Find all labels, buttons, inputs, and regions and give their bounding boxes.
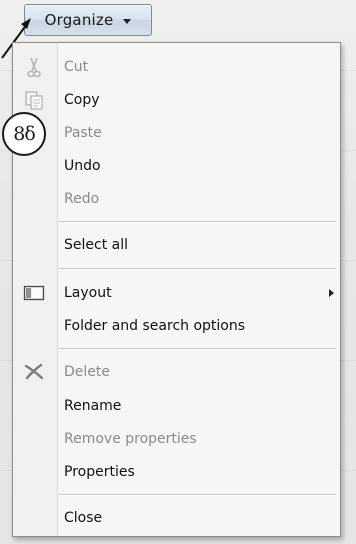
organize-button[interactable]: Organize [24,4,152,36]
menu-item-select-all[interactable]: Select all [13,230,340,260]
menu-item-label: Folder and search options [64,318,246,334]
menu-item-cut[interactable]: Cut [13,52,340,82]
copy-icon [21,88,47,112]
menu-separator [59,268,336,270]
menu-item-label: Undo [64,158,101,174]
organize-menu: Cut Copy Paste Undo Redo Select all Layo… [12,42,341,537]
scissors-icon [21,55,47,79]
organize-label: Organize [44,11,114,29]
menu-item-close[interactable]: Close [13,503,340,533]
menu-item-copy[interactable]: Copy [13,85,340,115]
menu-item-paste[interactable]: Paste [13,118,340,148]
chevron-down-icon [123,18,132,24]
menu-item-undo[interactable]: Undo [13,151,340,181]
menu-item-label: Redo [64,191,100,207]
annotation-callout: 8δ [2,112,46,156]
menu-separator [59,348,336,350]
menu-item-label: Close [64,510,103,526]
menu-separator [59,494,336,496]
menu-item-properties[interactable]: Properties [13,457,340,487]
menu-item-label: Cut [64,59,89,75]
menu-item-remove-properties[interactable]: Remove properties [13,424,340,454]
explorer-window: Organize Cut Copy Paste Undo Redo Select… [0,0,356,544]
menu-item-label: Rename [64,398,122,414]
menu-item-label: Remove properties [64,431,197,447]
menu-item-label: Select all [64,237,128,253]
menu-item-layout[interactable]: Layout [13,278,340,308]
menu-item-label: Properties [64,464,135,480]
menu-item-redo[interactable]: Redo [13,184,340,214]
menu-item-delete[interactable]: Delete [13,357,340,387]
menu-separator [59,221,336,223]
menu-item-label: Delete [64,364,110,380]
annotation-marker: 8δ [13,123,36,145]
menu-item-label: Paste [64,125,102,141]
menu-item-folder-and-search-options[interactable]: Folder and search options [13,311,340,341]
menu-item-label: Copy [64,92,100,108]
layout-icon [21,281,47,305]
delete-x-icon [21,360,47,384]
menu-item-label: Layout [64,285,112,301]
submenu-arrow-icon [329,289,334,297]
menu-item-rename[interactable]: Rename [13,391,340,421]
